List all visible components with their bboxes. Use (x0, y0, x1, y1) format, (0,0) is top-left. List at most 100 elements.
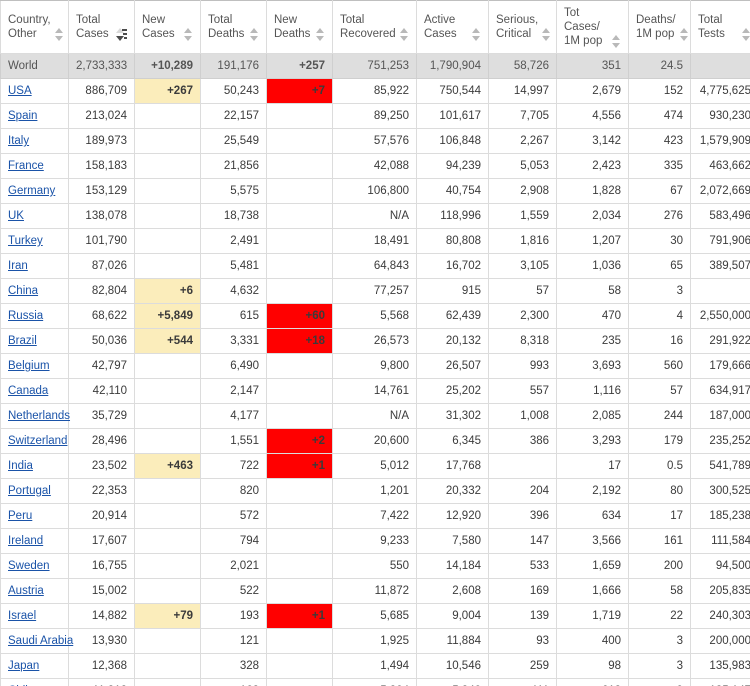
cell-total_tests: 463,662 (690, 153, 750, 179)
cell-total_recovered: 106,800 (332, 178, 417, 204)
country-link[interactable]: Spain (8, 110, 37, 122)
country-link[interactable]: Belgium (8, 360, 50, 372)
country-link[interactable]: Ireland (8, 535, 43, 547)
cell-new_deaths: +1 (266, 603, 333, 629)
cell-total_tests: 135,983 (690, 653, 750, 679)
cell-new_cases: +267 (134, 78, 201, 104)
column-header-active_cases[interactable]: Active Cases (416, 0, 489, 54)
column-header-country[interactable]: Country, Other (0, 0, 69, 54)
table-row: Israel 14,882 +79 193 +1 5,685 9,004 139 1,719 22… (0, 603, 750, 629)
country-link[interactable]: Iran (8, 260, 28, 272)
sort-both-icon[interactable] (679, 28, 689, 41)
cell-tot_cases_1m: 3,566 (556, 528, 629, 554)
cell-new_cases (134, 628, 201, 654)
table-header: Country, Other Total Cases New Cases Total … (0, 0, 750, 54)
cell-new_deaths (266, 103, 333, 129)
country-link[interactable]: USA (8, 85, 32, 97)
column-header-label-country: Country, Other (8, 14, 51, 40)
sort-both-icon[interactable] (184, 28, 193, 41)
country-link[interactable]: Canada (8, 385, 48, 397)
column-header-new_cases[interactable]: New Cases (134, 0, 201, 54)
country-cell: Belgium (0, 353, 69, 379)
cell-active_cases: 94,239 (416, 153, 489, 179)
country-link[interactable]: Japan (8, 660, 39, 672)
country-link[interactable]: Brazil (8, 335, 37, 347)
cell-serious_critical: 93 (488, 628, 557, 654)
cell-new_cases (134, 128, 201, 154)
country-link[interactable]: France (8, 160, 44, 172)
column-header-label-serious_critical: Serious, Critical (496, 14, 539, 40)
country-link[interactable]: Saudi Arabia (8, 635, 73, 647)
sort-both-icon[interactable] (472, 28, 481, 41)
cell-total_cases: 68,622 (68, 303, 135, 329)
column-header-total_cases[interactable]: Total Cases (68, 0, 135, 54)
column-header-deaths_1m[interactable]: Deaths/ 1M pop (628, 0, 691, 54)
sort-descending-icon[interactable] (116, 28, 127, 41)
sort-both-icon[interactable] (400, 28, 409, 41)
cell-total_deaths: 168 (200, 678, 267, 686)
country-link[interactable]: Switzerland (8, 435, 67, 447)
cell-new_deaths (266, 378, 333, 404)
country-link[interactable]: India (8, 460, 33, 472)
column-header-new_deaths[interactable]: New Deaths (266, 0, 333, 54)
cell-total_deaths: 522 (200, 578, 267, 604)
country-link[interactable]: China (8, 285, 38, 297)
column-header-label-active_cases: Active Cases (424, 14, 457, 40)
sort-both-icon[interactable] (54, 28, 64, 41)
country-link[interactable]: Israel (8, 610, 36, 622)
sort-both-icon[interactable] (612, 35, 621, 48)
cell-total_tests: 94,500 (690, 553, 750, 579)
sort-both-icon[interactable] (742, 28, 750, 41)
covid-statistics-table: Country, Other Total Cases New Cases Total … (0, 0, 750, 686)
table-row-world: World 2,733,333 +10,289 191,176 +257 751,253 1… (0, 53, 750, 79)
column-header-total_tests[interactable]: Total Tests (690, 0, 750, 54)
country-cell: Spain (0, 103, 69, 129)
cell-deaths_1m: 67 (628, 178, 691, 204)
cell-tot_cases_1m: 2,034 (556, 203, 629, 229)
country-link[interactable]: Turkey (8, 235, 43, 247)
country-link[interactable]: Portugal (8, 485, 51, 497)
cell-total_recovered: 64,843 (332, 253, 417, 279)
cell-deaths_1m: 423 (628, 128, 691, 154)
country-link[interactable]: Netherlands (8, 410, 70, 422)
cell-serious_critical: 147 (488, 528, 557, 554)
sort-both-icon[interactable] (250, 28, 259, 41)
country-link[interactable]: Austria (8, 585, 44, 597)
country-link[interactable]: Peru (8, 510, 32, 522)
cell-serious_critical: 2,300 (488, 303, 557, 329)
cell-total_cases: 14,882 (68, 603, 135, 629)
cell-total_deaths: 22,157 (200, 103, 267, 129)
cell-total_cases: 35,729 (68, 403, 135, 429)
cell-tot_cases_1m: 1,719 (556, 603, 629, 629)
cell-total_recovered: N/A (332, 403, 417, 429)
column-header-tot_cases_1m[interactable]: Tot Cases/ 1M pop (556, 0, 629, 54)
sort-both-icon[interactable] (316, 28, 325, 41)
column-header-total_deaths[interactable]: Total Deaths (200, 0, 267, 54)
table-row: China 82,804 +6 4,632 77,257 915 57 58 3 (0, 278, 750, 304)
cell-total_deaths: 191,176 (200, 53, 267, 79)
cell-deaths_1m: 9 (628, 678, 691, 686)
cell-total_cases: 23,502 (68, 453, 135, 479)
country-link[interactable]: Germany (8, 185, 55, 197)
country-link[interactable]: Sweden (8, 560, 50, 572)
country-link[interactable]: Italy (8, 135, 29, 147)
cell-total_deaths: 21,856 (200, 153, 267, 179)
table-row: Iran 87,026 5,481 64,843 16,702 3,105 1,036 65 3… (0, 253, 750, 279)
cell-new_deaths (266, 553, 333, 579)
cell-total_recovered: 1,494 (332, 653, 417, 679)
cell-tot_cases_1m: 1,828 (556, 178, 629, 204)
sort-both-icon[interactable] (542, 28, 551, 41)
column-header-total_recovered[interactable]: Total Recovered (332, 0, 417, 54)
column-header-serious_critical[interactable]: Serious, Critical (488, 0, 557, 54)
country-link[interactable]: UK (8, 210, 24, 222)
cell-new_cases (134, 528, 201, 554)
cell-total_tests: 187,000 (690, 403, 750, 429)
cell-total_tests: 2,550,000 (690, 303, 750, 329)
cell-total_recovered: 751,253 (332, 53, 417, 79)
cell-deaths_1m: 3 (628, 628, 691, 654)
cell-serious_critical: 396 (488, 503, 557, 529)
column-header-label-new_cases: New Cases (142, 14, 175, 40)
cell-deaths_1m: 3 (628, 653, 691, 679)
cell-active_cases: 25,202 (416, 378, 489, 404)
country-link[interactable]: Russia (8, 310, 43, 322)
